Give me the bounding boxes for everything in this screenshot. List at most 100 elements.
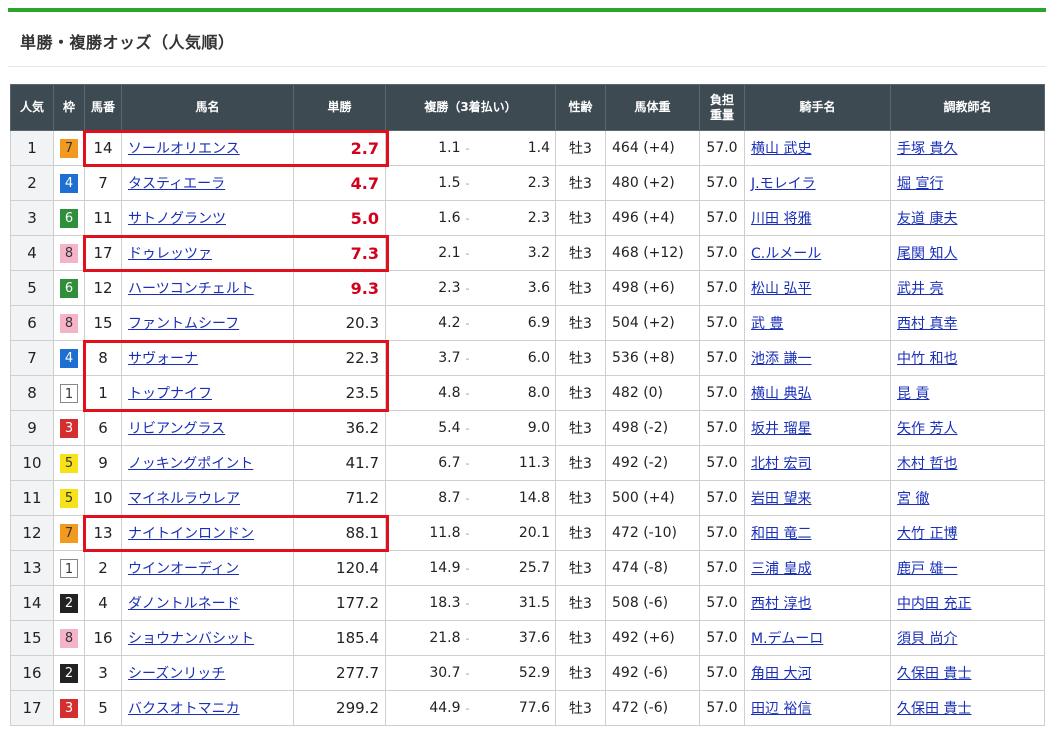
place-odds-high-cell: 52.9 <box>468 655 557 691</box>
jockey-link[interactable]: 横山 典弘 <box>751 386 811 402</box>
trainer-link[interactable]: 西村 真幸 <box>897 316 957 332</box>
umaban-cell: 13 <box>84 515 122 551</box>
horse-name-link[interactable]: ハーツコンチェルト <box>128 281 254 297</box>
jockey-link[interactable]: 和田 竜二 <box>751 526 811 542</box>
horse-name-link[interactable]: ナイトインロンドン <box>128 526 254 542</box>
jockey-link[interactable]: 池添 謙一 <box>751 351 811 367</box>
horse-name-cell: ソールオリエンス <box>121 130 294 166</box>
horse-name-link[interactable]: ウインオーディン <box>128 561 239 577</box>
jockey-link[interactable]: 田辺 裕信 <box>751 701 811 717</box>
win-odds: 7.3 <box>350 243 379 263</box>
jockey-link[interactable]: 武 豊 <box>751 316 783 332</box>
win-odds-cell: 41.7 <box>293 445 386 481</box>
trainer-cell: 鹿戸 雄一 <box>890 550 1046 586</box>
sex-age-cell: 牡3 <box>555 585 607 621</box>
jockey-weight-cell: 57.0 <box>699 620 746 656</box>
sex-age-cell: 牡3 <box>555 340 607 376</box>
horse-name-link[interactable]: ショウナンバシット <box>128 631 254 647</box>
waku-cell: 6 <box>53 200 85 236</box>
win-odds-cell: 71.2 <box>293 480 386 516</box>
jockey-link[interactable]: 横山 武史 <box>751 141 811 157</box>
place-separator: - <box>465 282 470 295</box>
jockey-link[interactable]: 松山 弘平 <box>751 281 811 297</box>
trainer-link[interactable]: 久保田 貴士 <box>897 666 971 682</box>
horse-name-link[interactable]: サトノグランツ <box>128 211 226 227</box>
horse-name-cell: ナイトインロンドン <box>121 515 294 551</box>
trainer-link[interactable]: 武井 亮 <box>897 281 943 297</box>
win-odds: 4.7 <box>350 173 379 193</box>
jockey-link[interactable]: 岩田 望来 <box>751 491 811 507</box>
trainer-link[interactable]: 久保田 貴士 <box>897 701 971 717</box>
jockey-link[interactable]: 三浦 皇成 <box>751 561 811 577</box>
horse-name-link[interactable]: ソールオリエンス <box>128 141 240 157</box>
horse-name-link[interactable]: ファントムシーフ <box>128 316 239 332</box>
trainer-link[interactable]: 尾関 知人 <box>897 246 957 262</box>
body-weight-cell: 492 (-2) <box>605 445 701 481</box>
trainer-link[interactable]: 中内田 充正 <box>897 596 971 612</box>
horse-name-cell: バクスオトマニカ <box>121 690 294 726</box>
trainer-link[interactable]: 大竹 正博 <box>897 526 957 542</box>
horse-name-cell: マイネルラウレア <box>121 480 294 516</box>
win-odds-cell: 88.1 <box>293 515 386 551</box>
horse-name-link[interactable]: ドゥレッツァ <box>128 246 212 262</box>
win-odds-cell: 185.4 <box>293 620 386 656</box>
place-separator: - <box>465 212 470 225</box>
trainer-link[interactable]: 鹿戸 雄一 <box>897 561 957 577</box>
horse-name-link[interactable]: シーズンリッチ <box>128 666 225 682</box>
horse-name-link[interactable]: ノッキングポイント <box>128 456 253 472</box>
trainer-cell: 大竹 正博 <box>890 515 1046 551</box>
horse-name-link[interactable]: ダノントルネード <box>128 596 240 612</box>
table-row: 5 6 12 ハーツコンチェルト 9.3 2.3- 3.6 牡3 498 (+6… <box>10 270 1046 306</box>
jockey-cell: 岩田 望来 <box>744 480 892 516</box>
waku-cell: 1 <box>53 550 85 586</box>
trainer-cell: 久保田 貴士 <box>890 690 1046 726</box>
trainer-link[interactable]: 手塚 貴久 <box>897 141 957 157</box>
horse-name-link[interactable]: トップナイフ <box>128 386 212 402</box>
jockey-link[interactable]: C.ルメール <box>751 246 821 262</box>
jockey-link[interactable]: 坂井 瑠星 <box>751 421 811 437</box>
trainer-link[interactable]: 矢作 芳人 <box>897 421 957 437</box>
jockey-cell: 池添 謙一 <box>744 340 892 376</box>
waku-badge: 3 <box>60 418 78 438</box>
jockey-link[interactable]: 川田 将雅 <box>751 211 811 227</box>
place-odds-high-cell: 8.0 <box>468 375 557 411</box>
win-odds-cell: 22.3 <box>293 340 386 376</box>
jockey-link[interactable]: J.モレイラ <box>751 176 816 192</box>
waku-cell: 2 <box>53 585 85 621</box>
title-divider <box>8 66 1046 67</box>
jockey-link[interactable]: 角田 大河 <box>751 666 811 682</box>
rank-cell: 15 <box>10 620 54 656</box>
rank-cell: 12 <box>10 515 54 551</box>
trainer-link[interactable]: 宮 徹 <box>897 491 929 507</box>
place-separator: - <box>465 317 470 330</box>
jockey-cell: M.デムーロ <box>744 620 892 656</box>
place-separator: - <box>465 177 470 190</box>
horse-name-link[interactable]: タスティエーラ <box>128 176 225 192</box>
trainer-link[interactable]: 昆 貢 <box>897 386 929 402</box>
waku-badge: 5 <box>60 453 78 473</box>
header-rank: 人気 <box>10 84 54 131</box>
horse-name-link[interactable]: サヴォーナ <box>128 351 198 367</box>
jockey-cell: 横山 典弘 <box>744 375 892 411</box>
jockey-link[interactable]: 北村 宏司 <box>751 456 811 472</box>
jockey-link[interactable]: 西村 淳也 <box>751 596 811 612</box>
table-header-row: 人気 枠 馬番 馬名 単勝 複勝（3着払い） 性齢 馬体重 負担 重量 騎手名 調… <box>10 84 1046 131</box>
jockey-link[interactable]: M.デムーロ <box>751 631 823 647</box>
trainer-link[interactable]: 木村 哲也 <box>897 456 957 472</box>
header-horse-name: 馬名 <box>121 84 294 131</box>
win-odds: 22.3 <box>345 349 379 367</box>
horse-name-link[interactable]: リビアングラス <box>128 421 225 437</box>
rank-cell: 5 <box>10 270 54 306</box>
waku-badge: 8 <box>60 628 78 648</box>
place-odds-low: 1.1 <box>438 140 461 156</box>
horse-name-link[interactable]: マイネルラウレア <box>128 491 240 507</box>
trainer-link[interactable]: 須貝 尚介 <box>897 631 957 647</box>
place-odds-low: 1.6 <box>438 210 461 226</box>
trainer-link[interactable]: 中竹 和也 <box>897 351 957 367</box>
win-odds-cell: 2.7 <box>293 130 386 166</box>
trainer-link[interactable]: 堀 宣行 <box>897 176 943 192</box>
trainer-link[interactable]: 友道 康夫 <box>897 211 957 227</box>
win-odds-cell: 4.7 <box>293 165 386 201</box>
horse-name-link[interactable]: バクスオトマニカ <box>128 701 240 717</box>
rank-cell: 6 <box>10 305 54 341</box>
